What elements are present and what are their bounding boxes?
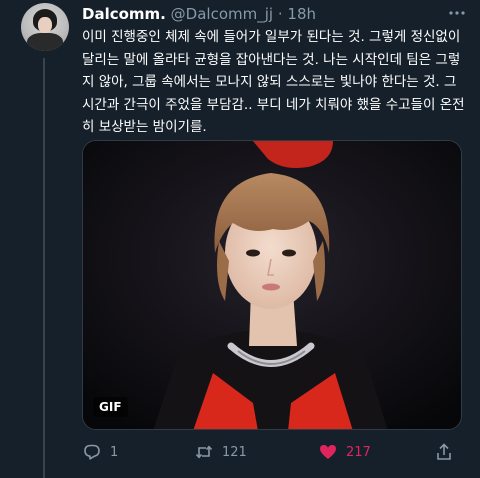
retweet-count: 121 (222, 444, 247, 460)
display-name[interactable]: Dalcomm. (82, 5, 166, 23)
more-options-icon[interactable] (448, 4, 466, 27)
retweet-icon (194, 442, 214, 462)
media-photo (83, 141, 461, 429)
gif-badge: GIF (93, 397, 128, 417)
action-bar: 1 121 217 (82, 440, 462, 464)
handle[interactable]: @Dalcomm_jj (171, 5, 273, 23)
retweet-button[interactable]: 121 (194, 440, 247, 464)
tweet-header: Dalcomm. @Dalcomm_jj · 18h (82, 4, 470, 24)
separator-dot: · (277, 5, 283, 23)
thread-line (43, 58, 45, 478)
share-button[interactable] (434, 440, 454, 464)
like-count: 217 (346, 444, 371, 460)
tweet-media-gif[interactable]: GIF (82, 140, 462, 430)
avatar[interactable] (21, 3, 69, 51)
reply-icon (82, 442, 102, 462)
share-icon (434, 442, 454, 462)
like-button[interactable]: 217 (318, 440, 371, 464)
reply-button[interactable]: 1 (82, 440, 118, 464)
heart-icon (318, 442, 338, 462)
tweet-text: 이미 진행중인 체제 속에 들어가 일부가 된다는 것. 그렇게 정신없이 달리… (82, 29, 465, 135)
timestamp[interactable]: 18h (287, 5, 316, 23)
reply-count: 1 (110, 444, 119, 460)
